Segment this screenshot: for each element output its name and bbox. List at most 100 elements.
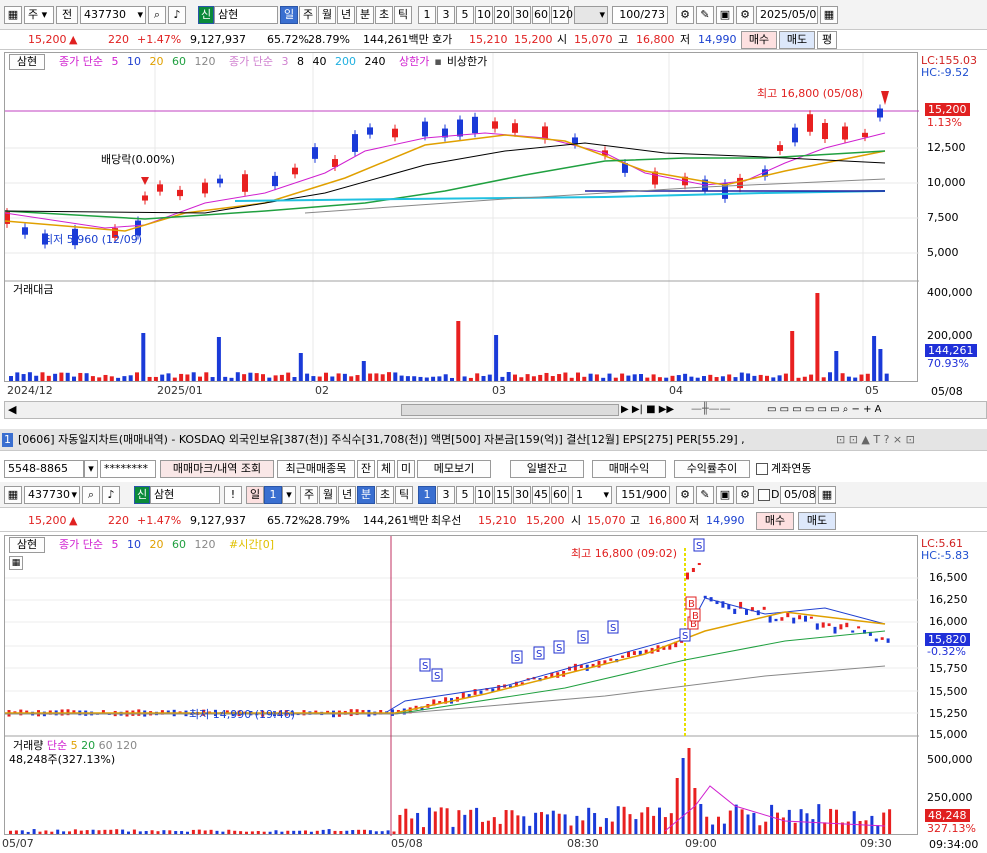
trade-profit-button[interactable]: 매매수익 (592, 460, 666, 478)
interval-button-2-4[interactable]: 15 (494, 486, 512, 504)
minute-chart[interactable]: SSSSSSSSBSBB 삼현 ▦ 종가 단순 5 10 20 60 120 #… (2, 535, 919, 850)
interval-button-2-6[interactable]: 45 (532, 486, 550, 504)
sell-button-2[interactable]: 매도 (798, 512, 836, 530)
scroll-left-icon[interactable]: ◀ (8, 403, 16, 417)
calendar-icon[interactable]: ▦ (820, 6, 838, 24)
period-num-field[interactable]: 1 (264, 486, 282, 504)
daily-scrollbar[interactable]: ◀ ▶ ▶| ■ ▶▶ —╫—— ▭ ▭ ▭ ▭ ▭ ▭ ⌕ − + A (4, 401, 987, 419)
scroll-controls-icon[interactable]: ▶ ▶| ■ ▶▶ (621, 403, 674, 417)
daily-vol-bar-57 (368, 373, 373, 381)
buy-button-2[interactable]: 매수 (756, 512, 794, 530)
memo-button[interactable]: 메모보기 (417, 460, 491, 478)
password-input[interactable]: ******** (100, 460, 156, 478)
account-input[interactable]: 5548-8865 (4, 460, 84, 478)
daily-vol-bar-136 (865, 373, 870, 381)
daily-vol-bar-130 (828, 372, 832, 381)
trade-mark-button[interactable]: 매매마크/내역 조회 (160, 460, 274, 478)
daily-balance-button[interactable]: 일별잔고 (510, 460, 584, 478)
period-button-2-1[interactable]: 월 (319, 486, 337, 504)
search-icon[interactable]: ⌕ (148, 6, 166, 24)
executed-button[interactable]: 체 (377, 460, 395, 478)
draw-icon[interactable]: ✎ (696, 6, 714, 24)
market-select[interactable]: 주 ▾ (24, 6, 54, 24)
daily-name-tag[interactable]: 삼현 (9, 54, 45, 70)
count-field[interactable]: 100/273 (612, 6, 668, 24)
period-button-2-5[interactable]: 틱 (395, 486, 413, 504)
interval-button-2-0[interactable]: 1 (418, 486, 436, 504)
interval-button-2-1[interactable]: 3 (437, 486, 455, 504)
interval-select[interactable]: ▾ (574, 6, 608, 24)
interval-button-4[interactable]: 20 (494, 6, 512, 24)
legend-ma2-3: 200 (331, 55, 356, 68)
period-button-6[interactable]: 틱 (394, 6, 412, 24)
view-options-icon[interactable]: ▭ ▭ ▭ ▭ ▭ ▭ ⌕ − + A (767, 403, 882, 417)
interval-button-1[interactable]: 3 (437, 6, 455, 24)
buy-button[interactable]: 매수 (741, 31, 777, 49)
minute-vol-bar-40 (245, 831, 248, 834)
draw-icon-2[interactable]: ✎ (696, 486, 714, 504)
period-button-2-3[interactable]: 분 (357, 486, 375, 504)
search-icon-2[interactable]: ⌕ (82, 486, 100, 504)
zoom-slider-icon[interactable]: —╫—— (691, 402, 731, 416)
period-button-3[interactable]: 년 (337, 6, 355, 24)
period-button-5[interactable]: 초 (375, 6, 393, 24)
account-dropdown[interactable]: ▾ (84, 460, 98, 478)
minute-vol-bar-55 (333, 830, 337, 834)
period-daily-toggle[interactable]: 일 (246, 486, 264, 504)
date-checkbox[interactable] (758, 489, 770, 501)
period-button-2[interactable]: 월 (318, 6, 336, 24)
minute-candle-96 (573, 663, 577, 671)
profit-rate-button[interactable]: 수익률추이 (674, 460, 750, 478)
period-button-2-2[interactable]: 년 (338, 486, 356, 504)
unexecuted-button[interactable]: 미 (397, 460, 415, 478)
interval-button-5[interactable]: 30 (513, 6, 531, 24)
menu-icon[interactable]: ▦ (4, 6, 22, 24)
gear-icon-2[interactable]: ⚙ (736, 486, 754, 504)
interval-button-3[interactable]: 10 (475, 6, 493, 24)
interval-button-7[interactable]: 120 (551, 6, 573, 24)
period-button-0[interactable]: 일 (280, 6, 298, 24)
minute-vol-bar-95 (569, 825, 573, 834)
interval-button-0[interactable]: 1 (418, 6, 436, 24)
daily-chart[interactable]: 삼현 종가 단순 5 10 20 60 120 종가 단순 3 8 40 200… (4, 52, 919, 397)
speaker-icon[interactable]: ♪ (168, 6, 186, 24)
minute-name-tag[interactable]: 삼현 (9, 537, 45, 553)
interval-button-2-2[interactable]: 5 (456, 486, 474, 504)
save-icon-2[interactable]: ▣ (716, 486, 734, 504)
period-num-dropdown[interactable]: ▾ (282, 486, 296, 504)
interval-button-2-5[interactable]: 30 (513, 486, 531, 504)
interval-button-2-3[interactable]: 10 (475, 486, 493, 504)
period-button-2-0[interactable]: 주 (300, 486, 318, 504)
period-button-1[interactable]: 주 (299, 6, 317, 24)
stock-code-input-2[interactable]: 437730 ▾ (24, 486, 80, 504)
window-controls-icon[interactable]: ⊡ ⊡ ▲ T ? × ⊡ (836, 433, 915, 447)
date-field[interactable]: 2025/05/08 (756, 6, 818, 24)
interval-button-2[interactable]: 5 (456, 6, 474, 24)
balance-button[interactable]: 잔 (357, 460, 375, 478)
interval-button-6[interactable]: 60 (532, 6, 550, 24)
count-field-2[interactable]: 151/900 (616, 486, 670, 504)
account-link-checkbox[interactable] (756, 463, 768, 475)
table-icon[interactable]: ▦ (9, 556, 23, 570)
period-button-4[interactable]: 분 (356, 6, 374, 24)
tools-icon-2[interactable]: ⚙ (676, 486, 694, 504)
interval-select-2[interactable]: 1 ▾ (572, 486, 612, 504)
daily-vol-bar-131 (834, 351, 839, 381)
daily-vol-bar-71 (456, 321, 461, 381)
date-field-2[interactable]: 05/08 (780, 486, 816, 504)
tools-icon[interactable]: ⚙ (676, 6, 694, 24)
calendar-icon-2[interactable]: ▦ (818, 486, 836, 504)
prev-button[interactable]: 전 (56, 6, 78, 24)
alert-button[interactable]: ! (224, 486, 242, 504)
flat-button[interactable]: 평 (817, 31, 837, 49)
stock-code-input[interactable]: 437730 ▾ (80, 6, 146, 24)
interval-button-2-7[interactable]: 60 (551, 486, 569, 504)
speaker-icon-2[interactable]: ♪ (102, 486, 120, 504)
period-button-2-4[interactable]: 초 (376, 486, 394, 504)
gear-icon[interactable]: ⚙ (736, 6, 754, 24)
scroll-thumb[interactable] (401, 404, 619, 416)
menu-icon-2[interactable]: ▦ (4, 486, 22, 504)
save-icon[interactable]: ▣ (716, 6, 734, 24)
recent-trades-button[interactable]: 최근매매종목 (277, 460, 355, 478)
sell-button[interactable]: 매도 (779, 31, 815, 49)
